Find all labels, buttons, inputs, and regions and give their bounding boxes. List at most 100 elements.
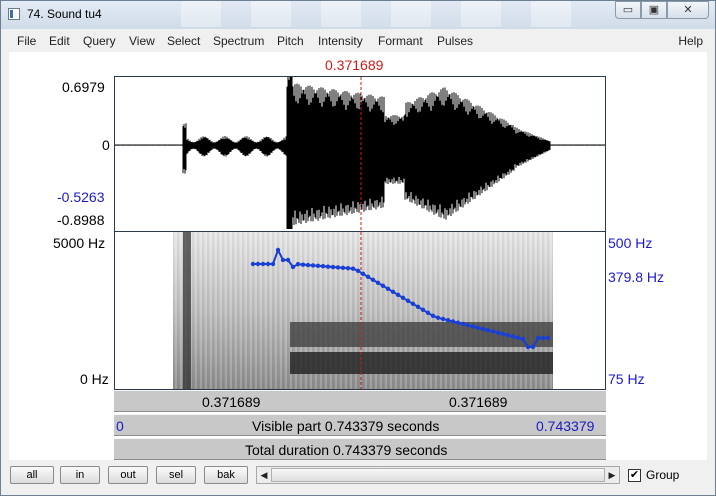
spectrogram-fmax-label: 5000 Hz xyxy=(53,235,106,251)
minimize-button[interactable]: ▭ xyxy=(615,1,641,19)
zoom-all-button[interactable]: all xyxy=(10,466,54,484)
menu-spectrum[interactable]: Spectrum xyxy=(213,34,264,48)
close-button[interactable]: ✕ xyxy=(667,1,709,19)
menu-pulses[interactable]: Pulses xyxy=(437,34,473,48)
pitch-point xyxy=(310,263,316,268)
pitch-point xyxy=(350,266,356,271)
segment-right-bar[interactable]: 0.371689 xyxy=(360,390,606,412)
pitch-point xyxy=(290,264,296,270)
waveform-panel[interactable] xyxy=(114,76,606,232)
pitch-point xyxy=(420,307,426,312)
pitch-point xyxy=(510,334,516,339)
zoom-out-button[interactable]: out xyxy=(108,466,148,484)
pitch-point xyxy=(300,262,306,267)
pitch-point xyxy=(315,263,321,269)
zoom-back-button[interactable]: bak xyxy=(204,466,248,484)
pitch-point xyxy=(340,265,346,271)
pitch-point xyxy=(260,261,266,267)
zoom-in-button[interactable]: in xyxy=(60,466,100,484)
pitch-point xyxy=(530,344,536,350)
pitch-point xyxy=(440,316,446,322)
restore-button[interactable]: ▣ xyxy=(641,1,667,19)
pitch-point xyxy=(375,280,381,285)
pitch-point xyxy=(370,277,376,282)
group-checkbox-label: Group xyxy=(646,468,680,482)
pitch-point xyxy=(275,247,281,253)
pitch-point xyxy=(345,266,351,271)
pitch-point xyxy=(325,264,331,269)
pitch-point xyxy=(540,335,546,341)
menu-edit[interactable]: Edit xyxy=(49,34,70,48)
segment-right-duration: 0.371689 xyxy=(449,394,508,410)
menu-bar: File Edit Query View Select Spectrum Pit… xyxy=(9,32,709,52)
pitch-point xyxy=(485,328,491,333)
visible-part-bar[interactable]: 0 Visible part 0.743379 seconds 0.743379 xyxy=(114,414,606,436)
pitch-point xyxy=(335,265,341,270)
pitch-point xyxy=(525,344,531,350)
cursor-time-label: 0.371689 xyxy=(325,57,384,73)
pitch-point xyxy=(295,262,301,267)
pitch-point xyxy=(390,289,396,294)
pitch-point xyxy=(460,321,466,327)
pitch-point xyxy=(250,261,256,267)
pitch-point xyxy=(395,292,401,297)
group-checkbox[interactable]: ✔ xyxy=(628,469,641,482)
waveform-min-label: -0.8988 xyxy=(57,212,105,228)
pitch-point xyxy=(270,261,276,267)
pitch-point xyxy=(500,331,506,337)
title-bar[interactable]: 74. Sound tu4 ▭ ▣ ✕ xyxy=(1,1,715,29)
time-scrollbar[interactable]: ◀ ▶ xyxy=(256,466,620,484)
pitch-point xyxy=(255,261,261,267)
menu-formant[interactable]: Formant xyxy=(378,34,423,48)
waveform-max-label: 0.6979 xyxy=(62,79,105,95)
pitch-point xyxy=(285,257,291,263)
scroll-right-arrow-icon[interactable]: ▶ xyxy=(605,467,619,483)
pitch-point xyxy=(490,329,496,334)
app-icon xyxy=(8,8,20,20)
scroll-left-arrow-icon[interactable]: ◀ xyxy=(257,467,271,483)
pitch-point xyxy=(455,320,461,325)
menu-select[interactable]: Select xyxy=(167,34,200,48)
pitch-point xyxy=(435,315,441,320)
pitch-point xyxy=(265,261,271,267)
pitch-point xyxy=(495,330,501,335)
segment-left-bar[interactable]: 0.371689 xyxy=(114,390,360,412)
pitch-point xyxy=(330,264,336,270)
window-title: 74. Sound tu4 xyxy=(27,7,102,21)
zoom-selection-button[interactable]: sel xyxy=(156,466,196,484)
pitch-point xyxy=(355,268,361,273)
menu-file[interactable]: File xyxy=(17,34,36,48)
pitch-cursor-label: 379.8 Hz xyxy=(608,269,665,285)
total-duration-label: Total duration 0.743379 seconds xyxy=(245,442,448,458)
waveform-cursor-value-label: -0.5263 xyxy=(57,189,105,205)
total-duration-bar[interactable]: Total duration 0.743379 seconds xyxy=(114,438,606,460)
pitch-point xyxy=(445,318,451,323)
spectrogram-burst xyxy=(183,232,191,389)
pitch-point xyxy=(415,304,421,309)
pitch-min-label: 75 Hz xyxy=(608,371,645,387)
pitch-point xyxy=(475,325,481,330)
visible-part-label: Visible part 0.743379 seconds xyxy=(252,418,440,434)
waveform-trace xyxy=(115,77,605,229)
pitch-point xyxy=(430,313,436,318)
menu-query[interactable]: Query xyxy=(83,34,116,48)
pitch-point xyxy=(305,262,311,268)
pitch-point xyxy=(505,333,511,338)
waveform-plot xyxy=(115,77,605,231)
menu-help[interactable]: Help xyxy=(678,34,703,48)
title-bar-background xyxy=(181,1,601,27)
segment-left-duration: 0.371689 xyxy=(202,394,261,410)
spectrogram-low-band xyxy=(290,352,553,374)
pitch-point xyxy=(360,271,366,276)
menu-intensity[interactable]: Intensity xyxy=(318,34,363,48)
menu-pitch[interactable]: Pitch xyxy=(277,34,304,48)
spectrogram-panel[interactable] xyxy=(114,232,606,390)
scroll-thumb[interactable] xyxy=(271,468,605,482)
spectrogram-fmin-label: 0 Hz xyxy=(80,371,109,387)
pitch-point xyxy=(405,298,411,303)
pitch-point xyxy=(520,336,526,342)
pitch-point xyxy=(385,286,391,291)
pitch-point xyxy=(545,335,551,341)
menu-view[interactable]: View xyxy=(129,34,155,48)
waveform-zero-label: 0 xyxy=(102,137,110,153)
